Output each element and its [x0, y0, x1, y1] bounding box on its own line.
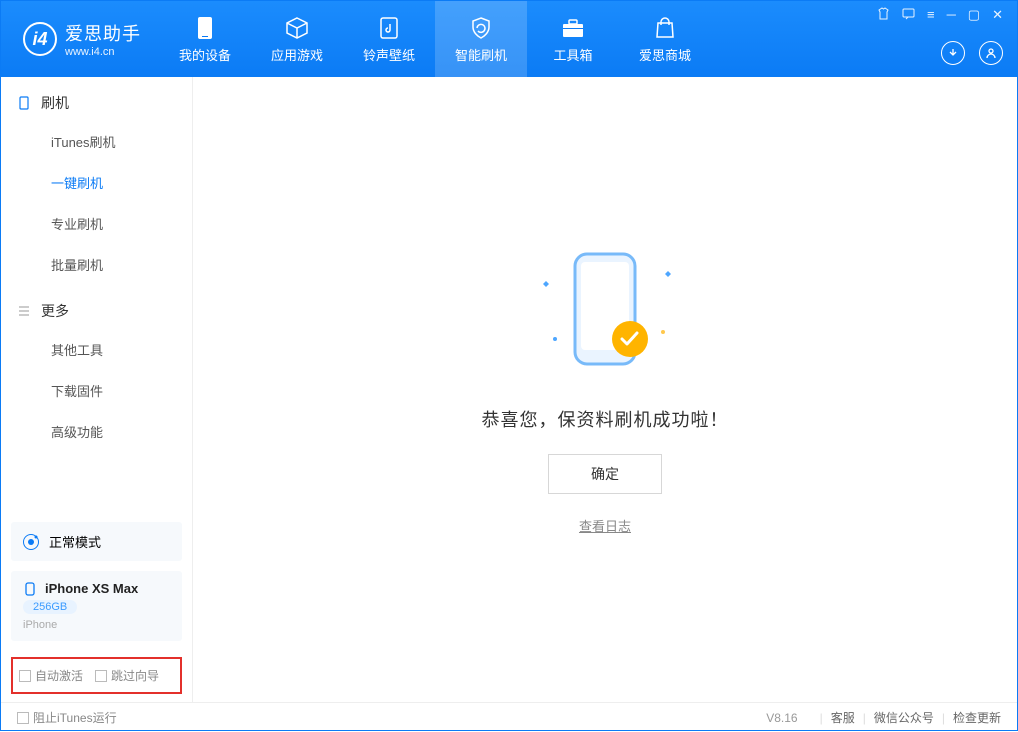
menu-icon[interactable]: ≡ [927, 7, 935, 23]
footer: 阻止iTunes运行 V8.16 | 客服 | 微信公众号 | 检查更新 [1, 702, 1017, 732]
checkbox-skip-guide[interactable]: 跳过向导 [95, 667, 159, 684]
logo-icon: i4 [23, 22, 57, 56]
ok-button[interactable]: 确定 [548, 454, 662, 494]
user-button[interactable] [979, 41, 1003, 65]
bag-icon [652, 15, 678, 41]
app-header: i4 爱思助手 www.i4.cn 我的设备 应用游戏 铃声壁纸 智能刷机 工具… [1, 1, 1017, 77]
mode-card[interactable]: 正常模式 [11, 522, 182, 561]
music-file-icon [376, 15, 402, 41]
success-illustration [545, 244, 665, 384]
download-button[interactable] [941, 41, 965, 65]
sidebar-group-more: 更多 [1, 285, 192, 329]
nav-my-device[interactable]: 我的设备 [159, 1, 251, 77]
sidebar-group-flash: 刷机 [1, 77, 192, 121]
checkbox-icon [17, 712, 29, 724]
device-type: iPhone [23, 619, 170, 631]
phone-icon [17, 96, 31, 110]
view-log-link[interactable]: 查看日志 [579, 516, 631, 535]
sidebar-item-advanced[interactable]: 高级功能 [1, 411, 192, 452]
sidebar-item-pro-flash[interactable]: 专业刷机 [1, 203, 192, 244]
maximize-button[interactable]: ▢ [968, 7, 980, 23]
footer-link-wechat[interactable]: 微信公众号 [874, 709, 934, 726]
checkbox-icon [95, 670, 107, 682]
sidebar-item-batch-flash[interactable]: 批量刷机 [1, 244, 192, 285]
nav-toolbox[interactable]: 工具箱 [527, 1, 619, 77]
skin-icon[interactable] [877, 7, 890, 23]
mode-icon [23, 534, 39, 550]
device-storage-badge: 256GB [23, 600, 77, 614]
feedback-icon[interactable] [902, 7, 915, 23]
nav-ringtones[interactable]: 铃声壁纸 [343, 1, 435, 77]
refresh-shield-icon [468, 15, 494, 41]
cube-icon [284, 15, 310, 41]
checkbox-icon [19, 670, 31, 682]
checkbox-auto-activate[interactable]: 自动激活 [19, 667, 83, 684]
nav-smart-flash[interactable]: 智能刷机 [435, 1, 527, 77]
minimize-button[interactable]: ─ [947, 7, 956, 23]
logo-area: i4 爱思助手 www.i4.cn [1, 1, 159, 77]
close-button[interactable]: ✕ [992, 7, 1003, 23]
checkbox-block-itunes[interactable]: 阻止iTunes运行 [17, 709, 117, 726]
device-name: iPhone XS Max [45, 581, 138, 596]
sidebar-item-download-firmware[interactable]: 下载固件 [1, 370, 192, 411]
device-icon [192, 15, 218, 41]
sidebar-item-oneclick-flash[interactable]: 一键刷机 [1, 162, 192, 203]
list-icon [17, 304, 31, 318]
sidebar-item-itunes-flash[interactable]: iTunes刷机 [1, 121, 192, 162]
device-phone-icon [23, 582, 37, 596]
toolbox-icon [560, 15, 586, 41]
nav-apps-games[interactable]: 应用游戏 [251, 1, 343, 77]
app-title: 爱思助手 [65, 20, 141, 46]
app-url: www.i4.cn [65, 46, 141, 58]
main-content: 恭喜您，保资料刷机成功啦！ 确定 查看日志 [193, 77, 1017, 702]
version-label: V8.16 [766, 711, 797, 725]
main-nav: 我的设备 应用游戏 铃声壁纸 智能刷机 工具箱 爱思商城 [159, 1, 711, 77]
footer-link-support[interactable]: 客服 [831, 709, 855, 726]
nav-store[interactable]: 爱思商城 [619, 1, 711, 77]
sidebar: 刷机 iTunes刷机 一键刷机 专业刷机 批量刷机 更多 其他工具 下载固件 … [1, 77, 193, 702]
device-card[interactable]: iPhone XS Max 256GB iPhone [11, 571, 182, 641]
highlighted-options: 自动激活 跳过向导 [11, 657, 182, 694]
success-message: 恭喜您，保资料刷机成功啦！ [482, 406, 729, 432]
sidebar-item-other-tools[interactable]: 其他工具 [1, 329, 192, 370]
footer-link-update[interactable]: 检查更新 [953, 709, 1001, 726]
window-controls: ≡ ─ ▢ ✕ [877, 7, 1003, 23]
